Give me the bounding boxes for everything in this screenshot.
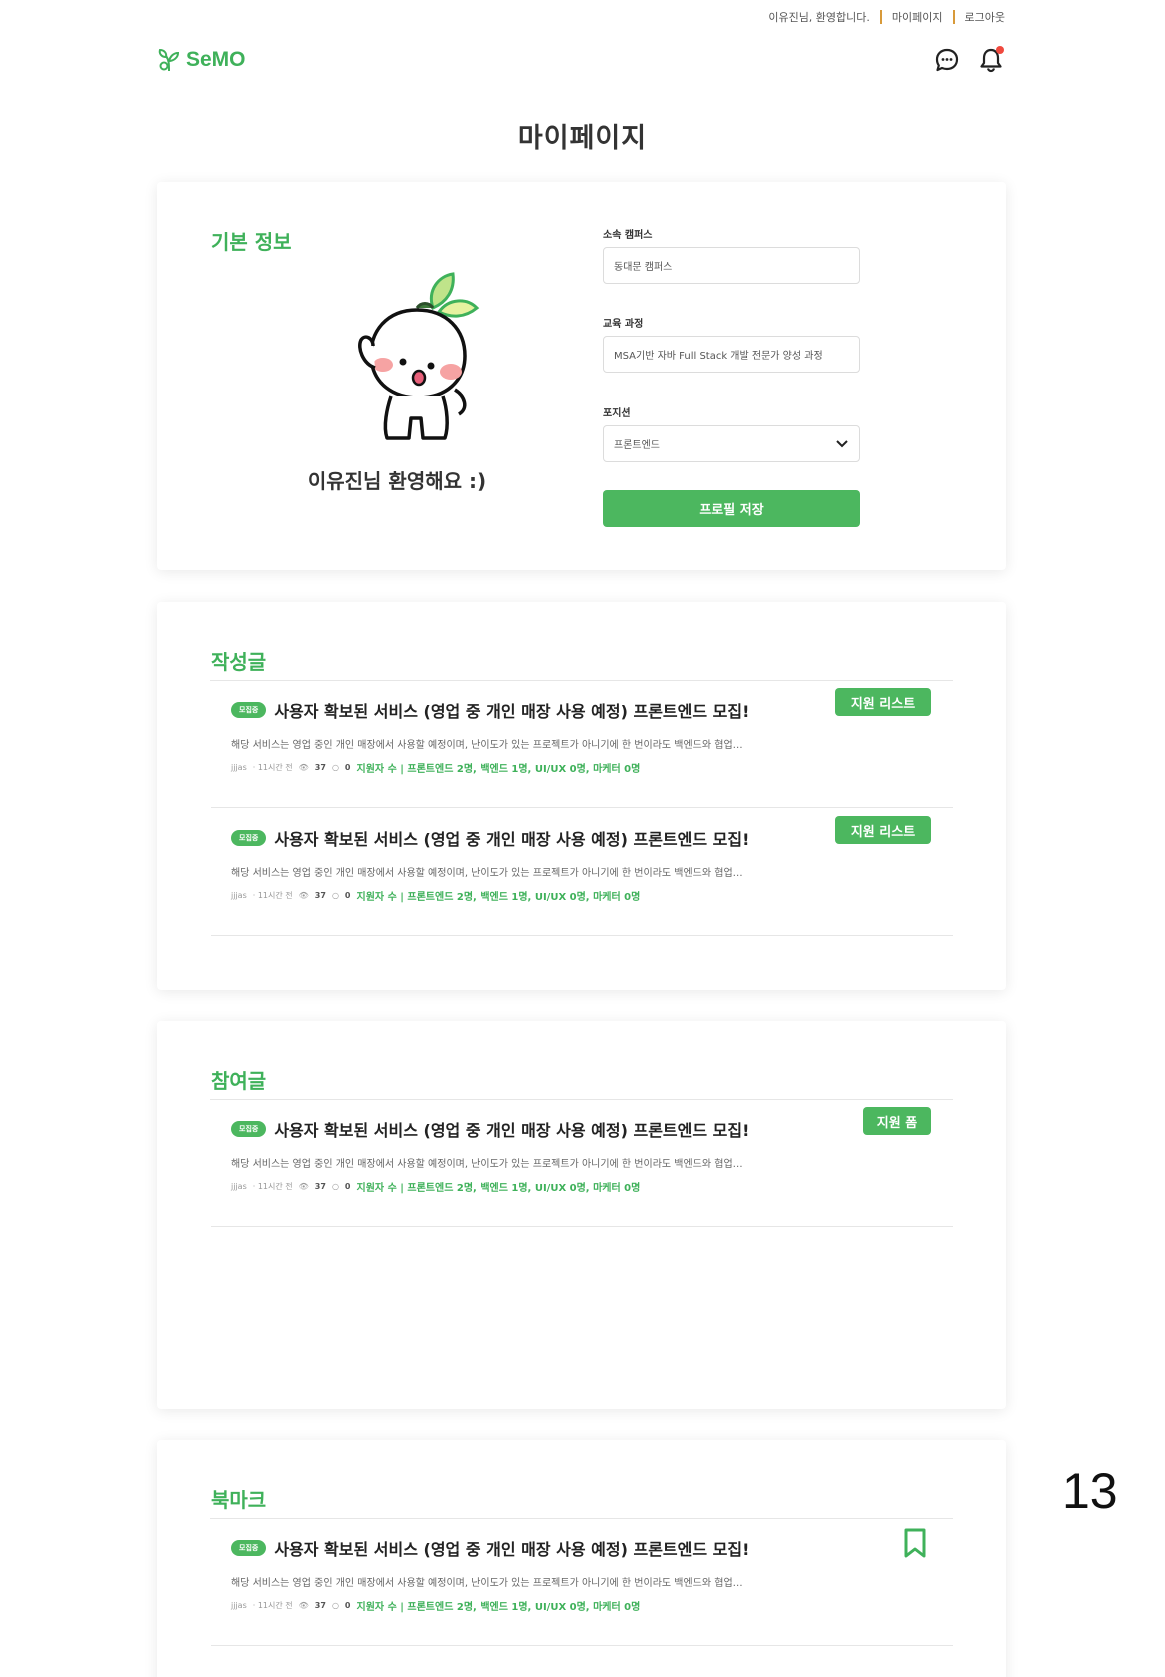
separator — [879, 10, 882, 24]
author: jjjas — [231, 891, 247, 900]
bookmark-button[interactable] — [903, 1528, 927, 1562]
comment-icon: ○ — [331, 891, 339, 900]
applicant-info: 지원자 수 | 프론트엔드 2명, 백엔드 1명, UI/UX 0명, 마케터 … — [356, 1602, 641, 1613]
applicant-info: 지원자 수 | 프론트엔드 2명, 백엔드 1명, UI/UX 0명, 마케터 … — [356, 892, 641, 903]
post-title[interactable]: 사용자 확보된 서비스 (영업 중 개인 매장 사용 예정) 프론트엔드 모집! — [274, 826, 749, 850]
course-label: 교육 과정 — [603, 319, 644, 330]
section-title-profile: 기본 정보 — [211, 230, 292, 254]
applicant-info: 지원자 수 | 프론트엔드 2명, 백엔드 1명, UI/UX 0명, 마케터 … — [356, 1183, 641, 1194]
view-count: 37 — [314, 1601, 326, 1610]
author: jjjas — [231, 763, 247, 772]
page-number: 13 — [1062, 1463, 1118, 1519]
written-posts-card: 작성글 모집중 사용자 확보된 서비스 (영업 중 개인 매장 사용 예정) 프… — [157, 602, 1006, 990]
logo[interactable]: SeMO — [158, 48, 246, 72]
view-count: 37 — [314, 1182, 326, 1191]
top-user-bar: 이유진님, 환영합니다. 마이페이지 로그아웃 — [768, 8, 1005, 26]
sprout-icon — [158, 48, 180, 72]
eye-icon: 👁 — [298, 1182, 309, 1191]
post-meta: jjjas · 11시간 전 👁 37 ○ 0 지원자 수 | 프론트엔드 2명… — [231, 888, 640, 903]
post-meta: jjjas · 11시간 전 👁 37 ○ 0 지원자 수 | 프론트엔드 2명… — [231, 1179, 640, 1194]
comment-count: 0 — [344, 891, 351, 900]
application-form-button[interactable]: 지원 폼 — [863, 1107, 931, 1135]
section-title-joined: 참여글 — [211, 1069, 267, 1093]
position-value: 프론트엔드 — [614, 440, 660, 451]
list-item[interactable]: 모집중 사용자 확보된 서비스 (영업 중 개인 매장 사용 예정) 프론트엔드… — [211, 1099, 953, 1227]
time-ago: · 11시간 전 — [252, 763, 293, 772]
eye-icon: 👁 — [298, 1601, 309, 1610]
post-description: 해당 서비스는 영업 중인 개인 매장에서 사용할 예정이며, 난이도가 있는 … — [231, 1578, 743, 1589]
section-title-bookmark: 북마크 — [211, 1488, 267, 1512]
eye-icon: 👁 — [298, 763, 309, 772]
view-count: 37 — [314, 763, 326, 772]
post-description: 해당 서비스는 영업 중인 개인 매장에서 사용할 예정이며, 난이도가 있는 … — [231, 740, 743, 751]
mypage-link[interactable]: 마이페이지 — [892, 9, 943, 25]
time-ago: · 11시간 전 — [252, 891, 293, 900]
comment-count: 0 — [344, 1601, 351, 1610]
post-title[interactable]: 사용자 확보된 서비스 (영업 중 개인 매장 사용 예정) 프론트엔드 모집! — [274, 1117, 749, 1141]
comment-icon: ○ — [331, 763, 339, 772]
post-meta: jjjas · 11시간 전 👁 37 ○ 0 지원자 수 | 프론트엔드 2명… — [231, 760, 640, 775]
list-item[interactable]: 모집중 사용자 확보된 서비스 (영업 중 개인 매장 사용 예정) 프론트엔드… — [211, 1518, 953, 1646]
list-item[interactable]: 모집중 사용자 확보된 서비스 (영업 중 개인 매장 사용 예정) 프론트엔드… — [211, 808, 953, 936]
page-title: 마이페이지 — [517, 123, 648, 154]
mascot-illustration — [347, 268, 487, 458]
logout-link[interactable]: 로그아웃 — [965, 9, 1005, 25]
applicant-list-button[interactable]: 지원 리스트 — [835, 688, 931, 716]
section-title-written: 작성글 — [211, 650, 267, 674]
campus-label: 소속 캠퍼스 — [603, 230, 653, 241]
status-badge: 모집중 — [231, 1540, 267, 1556]
position-label: 포지션 — [603, 408, 631, 419]
chat-bubble-icon — [935, 48, 959, 72]
list-item[interactable]: 모집중 사용자 확보된 서비스 (영업 중 개인 매장 사용 예정) 프론트엔드… — [211, 680, 953, 808]
author: jjjas — [231, 1182, 247, 1191]
comment-icon: ○ — [331, 1182, 339, 1191]
chat-button[interactable] — [932, 45, 962, 75]
bookmark-icon — [904, 1528, 926, 1558]
post-title[interactable]: 사용자 확보된 서비스 (영업 중 개인 매장 사용 예정) 프론트엔드 모집! — [274, 698, 749, 722]
time-ago: · 11시간 전 — [252, 1601, 293, 1610]
post-divider — [211, 935, 953, 936]
post-description: 해당 서비스는 영업 중인 개인 매장에서 사용할 예정이며, 난이도가 있는 … — [231, 868, 743, 879]
save-profile-button[interactable]: 프로필 저장 — [603, 490, 860, 527]
course-field[interactable]: MSA기반 자바 Full Stack 개발 전문가 양성 과정 — [603, 336, 860, 373]
post-title[interactable]: 사용자 확보된 서비스 (영업 중 개인 매장 사용 예정) 프론트엔드 모집! — [274, 1536, 749, 1560]
post-meta: jjjas · 11시간 전 👁 37 ○ 0 지원자 수 | 프론트엔드 2명… — [231, 1598, 640, 1613]
course-value: MSA기반 자바 Full Stack 개발 전문가 양성 과정 — [614, 351, 823, 362]
joined-posts-card: 참여글 모집중 사용자 확보된 서비스 (영업 중 개인 매장 사용 예정) 프… — [157, 1021, 1006, 1409]
position-select[interactable]: 프론트엔드 — [603, 425, 860, 462]
view-count: 37 — [314, 891, 326, 900]
welcome-text: 이유진님 환영해요 :) — [307, 469, 487, 493]
status-badge: 모집중 — [231, 702, 267, 718]
chevron-down-icon — [836, 440, 848, 448]
post-divider — [211, 1645, 953, 1646]
notification-button[interactable] — [976, 45, 1006, 75]
status-badge: 모집중 — [231, 830, 267, 846]
applicant-list-button[interactable]: 지원 리스트 — [835, 816, 931, 844]
separator — [952, 10, 955, 24]
bookmark-card: 북마크 모집중 사용자 확보된 서비스 (영업 중 개인 매장 사용 예정) 프… — [157, 1440, 1006, 1677]
time-ago: · 11시간 전 — [252, 1182, 293, 1191]
campus-field[interactable]: 동대문 캠퍼스 — [603, 247, 860, 284]
eye-icon: 👁 — [298, 891, 309, 900]
notification-dot — [996, 46, 1004, 54]
greeting-text: 이유진님, 환영합니다. — [768, 11, 870, 24]
status-badge: 모집중 — [231, 1121, 267, 1137]
applicant-info: 지원자 수 | 프론트엔드 2명, 백엔드 1명, UI/UX 0명, 마케터 … — [356, 764, 641, 775]
post-description: 해당 서비스는 영업 중인 개인 매장에서 사용할 예정이며, 난이도가 있는 … — [231, 1159, 743, 1170]
header-icons — [932, 45, 1006, 75]
comment-icon: ○ — [331, 1601, 339, 1610]
author: jjjas — [231, 1601, 247, 1610]
post-divider — [211, 1226, 953, 1227]
logo-text: SeMO — [186, 48, 246, 71]
comment-count: 0 — [344, 1182, 351, 1191]
profile-card: 기본 정보 이유진님 환영해요 :) 소속 캠퍼스 동대문 캠퍼스 교육 과정 … — [157, 182, 1006, 570]
header: SeMO — [158, 42, 1006, 78]
campus-value: 동대문 캠퍼스 — [614, 262, 673, 273]
comment-count: 0 — [344, 763, 351, 772]
